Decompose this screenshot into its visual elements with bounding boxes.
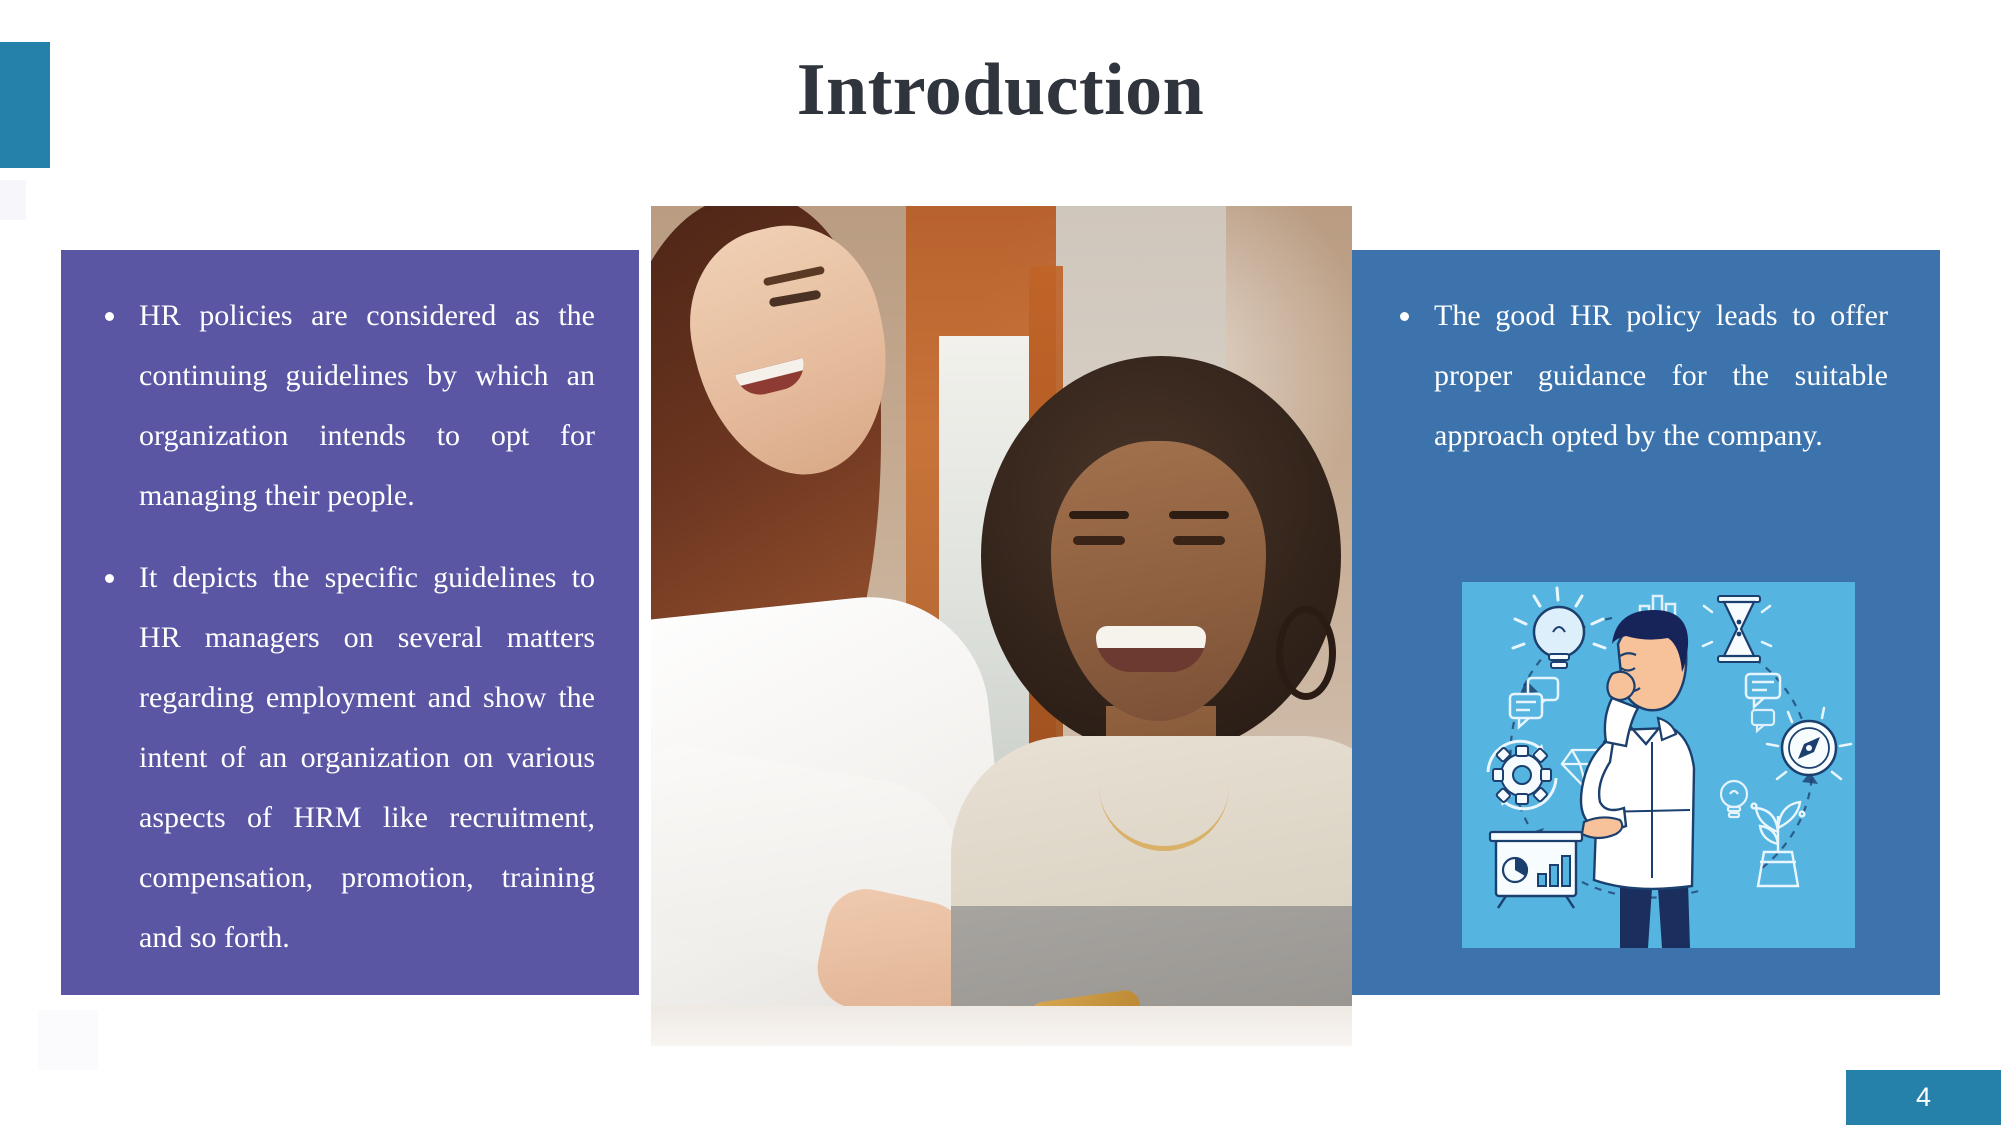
businessman-legs [1620, 882, 1652, 948]
list-item: It depicts the specific guidelines to HR… [101, 548, 595, 968]
decorative-shape-upper-left [0, 180, 26, 220]
right-bullet-list: The good HR policy leads to offer proper… [1396, 286, 1888, 466]
illustration-svg [1462, 582, 1855, 948]
left-content-panel: HR policies are considered as the contin… [61, 250, 639, 995]
thinking-businessman-illustration [1462, 582, 1855, 948]
photo-desk-surface [651, 1006, 1352, 1046]
left-bullet-list: HR policies are considered as the contin… [101, 286, 595, 968]
photo-woman-right-eye-right [1173, 536, 1225, 545]
slide: Introduction HR policies are considered … [0, 0, 2001, 1125]
list-item: HR policies are considered as the contin… [101, 286, 595, 526]
page-number: 4 [1846, 1070, 2001, 1125]
businessman-hand [1606, 670, 1636, 702]
photo-woman-right-eye-left [1073, 536, 1125, 545]
photo-woman-right-teeth [1096, 626, 1206, 648]
decorative-shape-lower-left [38, 1010, 98, 1070]
page-title: Introduction [796, 49, 1205, 131]
list-item: The good HR policy leads to offer proper… [1396, 286, 1888, 466]
photo-woman-right-brow-right [1169, 511, 1229, 519]
photo-background [651, 206, 1352, 1046]
presentation-chart-icon [1488, 830, 1584, 909]
photo-woman-right-brow-left [1069, 511, 1129, 519]
photo-woman-right-earring [1276, 606, 1336, 700]
photo-woman-right-mouth [1096, 626, 1206, 672]
center-photo [651, 206, 1352, 1046]
